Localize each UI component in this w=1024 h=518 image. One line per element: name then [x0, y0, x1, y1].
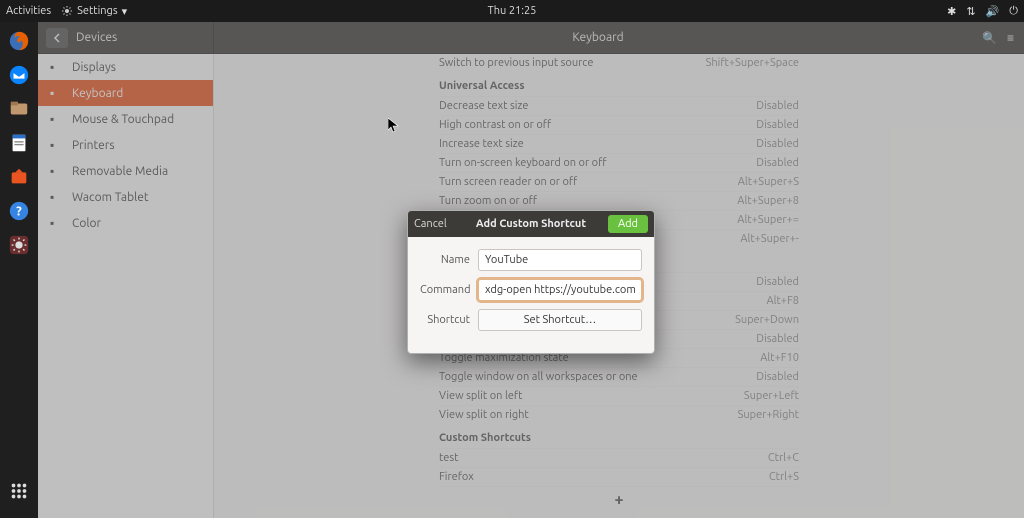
set-shortcut-button[interactable]: Set Shortcut…: [478, 309, 642, 331]
app-menu[interactable]: Settings ▾: [61, 5, 127, 18]
app-menu-label: Settings: [77, 5, 118, 17]
writer-icon[interactable]: [4, 128, 34, 158]
add-button[interactable]: Add: [608, 215, 648, 233]
name-label: Name: [420, 254, 478, 266]
power-icon[interactable]: ⏻: [1009, 5, 1018, 18]
chevron-down-icon: ▾: [122, 5, 128, 18]
cancel-button[interactable]: Cancel: [414, 218, 447, 230]
gnome-topbar: Activities Settings ▾ Thu 21:25 ✱ ⇅ 🔊 ⏻: [0, 0, 1024, 22]
settings-dock-icon[interactable]: [4, 230, 34, 260]
svg-text:?: ?: [16, 205, 22, 219]
command-label: Command: [420, 284, 478, 296]
clock[interactable]: Thu 21:25: [488, 5, 537, 17]
show-applications-icon[interactable]: [4, 476, 34, 506]
files-icon[interactable]: [4, 94, 34, 124]
dialog-header: Cancel Add Custom Shortcut Add: [408, 211, 654, 237]
add-shortcut-dialog: Cancel Add Custom Shortcut Add Name Comm…: [407, 210, 655, 354]
volume-icon[interactable]: 🔊: [986, 5, 1000, 18]
shortcut-label: Shortcut: [420, 314, 478, 326]
name-input[interactable]: [478, 249, 642, 271]
settings-app-icon: [61, 5, 73, 17]
software-icon[interactable]: [4, 162, 34, 192]
network-icon[interactable]: ⇅: [966, 5, 975, 18]
firefox-icon[interactable]: [4, 26, 34, 56]
activities-button[interactable]: Activities: [6, 5, 51, 17]
bluetooth-icon[interactable]: ✱: [947, 5, 956, 18]
command-input[interactable]: [478, 279, 642, 301]
dialog-title: Add Custom Shortcut: [476, 218, 586, 230]
help-icon[interactable]: ?: [4, 196, 34, 226]
thunderbird-icon[interactable]: [4, 60, 34, 90]
dock: ?: [0, 22, 38, 518]
